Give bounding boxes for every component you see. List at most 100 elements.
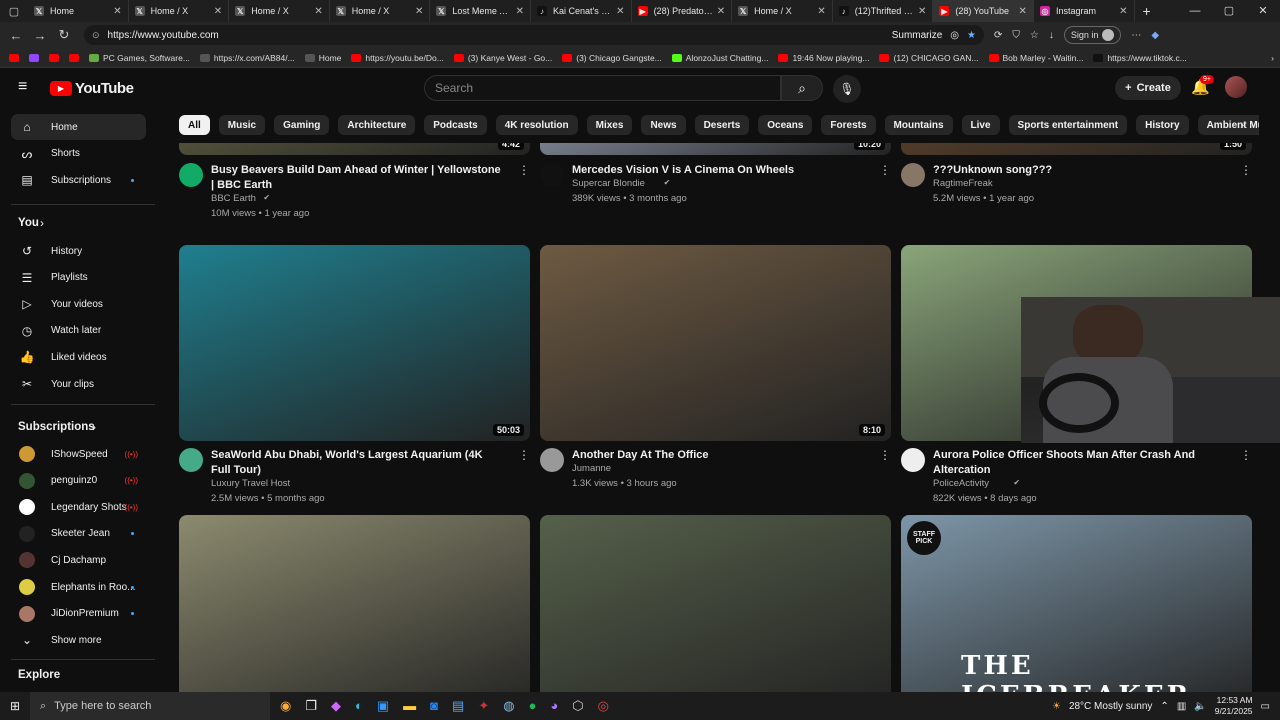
video-title[interactable]: SeaWorld Abu Dhabi, World's Largest Aqua…	[211, 448, 501, 478]
sidebar-subscription[interactable]: penguinz0 ((•))	[11, 468, 146, 494]
video-thumbnail[interactable]: INSIDER | WORLD WIDE WASTE	[179, 515, 530, 692]
browser-tab[interactable]: ♪ Kai Cenat's Pow ✕	[531, 0, 632, 22]
guide-menu-icon[interactable]: ≡	[18, 79, 34, 95]
back-icon[interactable]: ←	[4, 28, 28, 43]
close-tab-icon[interactable]: ✕	[616, 6, 624, 17]
chip-deserts[interactable]: Deserts	[694, 115, 750, 135]
weather-text[interactable]: 28°C Mostly sunny	[1069, 701, 1152, 712]
chip-music[interactable]: Music	[218, 115, 266, 135]
more-actions-icon[interactable]: ⋮	[1240, 448, 1252, 462]
channel-name[interactable]: Jumanne	[572, 463, 611, 474]
channel-name[interactable]: BBC Earth	[211, 193, 256, 204]
browser-tab[interactable]: ♪ (12)Thrifted Find ✕	[833, 0, 934, 22]
bookmark-item[interactable]: Bob Marley - Waitin...	[986, 53, 1087, 63]
picture-in-picture-overlay[interactable]	[1021, 297, 1280, 443]
maximize-icon[interactable]: ▢	[1212, 0, 1246, 22]
video-title[interactable]: Busy Beavers Build Dam Ahead of Winter |…	[211, 163, 501, 193]
video-title[interactable]: Mercedes Vision V is A Cinema On Wheels	[572, 163, 862, 178]
browser-tab[interactable]: ◎ Instagram ✕	[1034, 0, 1135, 22]
shield-icon[interactable]: ⛉	[1012, 30, 1020, 41]
show-more-button[interactable]: ⌄ Show more	[11, 627, 146, 653]
settings-menu-icon[interactable]: ⋯	[1131, 30, 1141, 41]
favorites-icon[interactable]: ☆	[1030, 30, 1039, 41]
tab-actions-icon[interactable]: ▢	[0, 0, 28, 22]
chrome-icon[interactable]: ◎	[598, 698, 609, 714]
steam-icon[interactable]: ◍	[503, 698, 514, 714]
chip-mountains[interactable]: Mountains	[884, 115, 953, 135]
bookmark-item[interactable]: (12) CHICAGO GAN...	[876, 53, 981, 63]
edge-icon[interactable]: ◐	[355, 698, 363, 714]
browser-tab[interactable]: 𝕏 Home / X ✕	[732, 0, 833, 22]
bookmark-item[interactable]: AlonzoJust Chatting...	[669, 53, 772, 63]
video-title[interactable]: ???Unknown song???	[933, 163, 1223, 178]
sidebar-item-liked-videos[interactable]: 👍 Liked videos	[11, 344, 146, 370]
youtube-logo[interactable]: ▶ YouTube	[50, 80, 134, 97]
network-icon[interactable]: ▥	[1177, 701, 1186, 712]
taskbar-search-input[interactable]: ⌕ Type here to search	[30, 692, 270, 720]
bookmark-item[interactable]: https://www.tiktok.c...	[1090, 53, 1189, 63]
sidebar-subscription[interactable]: Skeeter Jean	[11, 521, 146, 547]
chip-sports-entertainment[interactable]: Sports entertainment	[1008, 115, 1128, 135]
sidebar-item-your-videos[interactable]: ▷ Your videos	[11, 291, 146, 317]
bookmark-item[interactable]: https://x.com/AB84/...	[197, 53, 298, 63]
channel-name[interactable]: PoliceActivity	[933, 478, 989, 489]
channel-avatar[interactable]	[540, 448, 564, 472]
chip-mixes[interactable]: Mixes	[586, 115, 633, 135]
close-tab-icon[interactable]: ✕	[214, 6, 222, 17]
task-view-icon[interactable]: ❐	[305, 698, 317, 714]
site-info-icon[interactable]: ⊙	[92, 30, 100, 41]
browser-tab[interactable]: ▶ (28) Predator He ✕	[632, 0, 733, 22]
browser-tab[interactable]: ▶ (28) YouTube ✕	[933, 0, 1034, 22]
game-icon[interactable]: ✦	[478, 698, 489, 714]
chip-forests[interactable]: Forests	[821, 115, 876, 135]
reload-icon[interactable]: ↻	[52, 27, 76, 43]
chip-ambient-music[interactable]: Ambient Music	[1197, 115, 1259, 135]
close-tab-icon[interactable]: ✕	[817, 6, 825, 17]
chip-live[interactable]: Live	[961, 115, 1000, 135]
sidebar-subscription[interactable]: JiDionPremium	[11, 601, 146, 627]
search-input[interactable]: Search	[424, 75, 781, 101]
discord-icon[interactable]: ◕	[550, 698, 558, 714]
bookmark-item[interactable]: https://youtu.be/Do...	[348, 53, 446, 63]
sidebar-item-shorts[interactable]: ᔕ Shorts	[11, 141, 146, 167]
close-tab-icon[interactable]: ✕	[918, 6, 926, 17]
bookmark-item[interactable]: (3) Chicago Gangste...	[559, 53, 665, 63]
bookmark-item[interactable]	[46, 53, 62, 62]
chip-history[interactable]: History	[1136, 115, 1189, 135]
read-aloud-icon[interactable]: ◎	[950, 30, 959, 41]
more-actions-icon[interactable]: ⋮	[518, 163, 530, 177]
minimize-icon[interactable]: —	[1178, 0, 1212, 22]
channel-avatar[interactable]	[901, 163, 925, 187]
video-thumbnail[interactable]: 1:50	[901, 143, 1252, 155]
sidebar-subscription[interactable]: IShowSpeed ((•))	[11, 441, 146, 467]
video-thumbnail[interactable]	[540, 515, 891, 692]
volume-icon[interactable]: 🔈	[1194, 701, 1206, 712]
sidebar-subscription[interactable]: Legendary Shots ((•))	[11, 494, 146, 520]
tray-overflow-icon[interactable]: ⌃	[1160, 701, 1168, 712]
clock[interactable]: 12:53 AM 9/21/2025	[1215, 695, 1253, 717]
bookmark-item[interactable]: PC Games, Software...	[86, 53, 193, 63]
copilot-icon[interactable]: ◆	[1151, 30, 1159, 41]
url-field[interactable]: ⊙ https://www.youtube.com Summarize ◎ ★	[84, 25, 984, 45]
video-thumbnail[interactable]: THE ICEBREAKER STAFF PICK	[901, 515, 1252, 692]
sidebar-item-your-clips[interactable]: ✂ Your clips	[11, 371, 146, 397]
sidebar-item-home[interactable]: ⌂ Home	[11, 114, 146, 140]
you-heading[interactable]: You	[18, 217, 39, 229]
browser-tab[interactable]: 𝕏 Lost Meme Arch ✕	[430, 0, 531, 22]
video-title[interactable]: Aurora Police Officer Shoots Man After C…	[933, 448, 1223, 478]
sidebar-subscription[interactable]: Elephants in Roo...	[11, 574, 146, 600]
browser-tab[interactable]: 𝕏 Home ✕	[28, 0, 129, 22]
sidebar-item-watch-later[interactable]: ◷ Watch later	[11, 318, 146, 344]
chips-next-icon[interactable]: ›	[1240, 117, 1244, 132]
chip-news[interactable]: News	[641, 115, 686, 135]
voice-search-button[interactable]: 🎙	[833, 75, 861, 103]
vpn-icon[interactable]: ⬡	[572, 698, 583, 714]
close-tab-icon[interactable]: ✕	[1119, 6, 1127, 17]
video-thumbnail[interactable]: 4:42	[179, 143, 530, 155]
bookmarks-overflow-icon[interactable]: ›	[1271, 53, 1274, 63]
bookmark-item[interactable]	[6, 53, 22, 62]
bookmark-item[interactable]: Home	[302, 53, 345, 63]
search-button[interactable]: ⌕	[781, 75, 823, 101]
close-tab-icon[interactable]: ✕	[516, 6, 524, 17]
new-tab-button[interactable]: +	[1135, 3, 1159, 19]
